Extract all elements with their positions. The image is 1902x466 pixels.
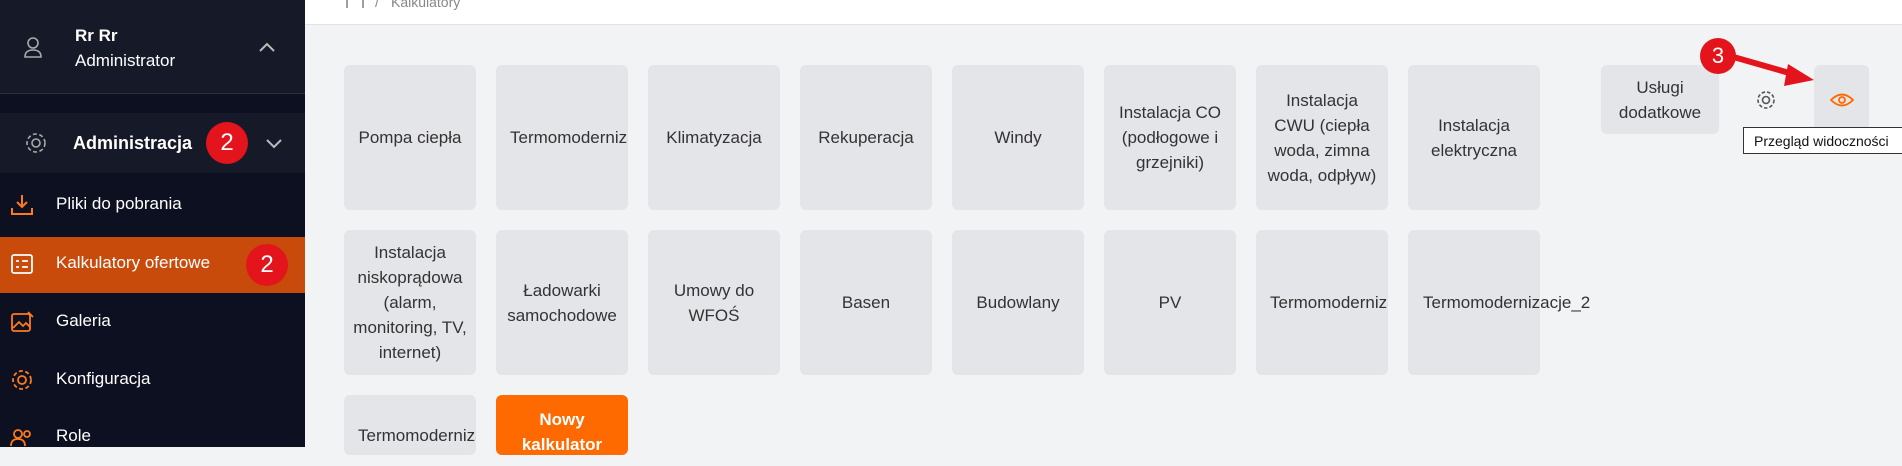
admin-label: Administracja [73, 133, 193, 153]
chevron-up-icon[interactable] [255, 36, 279, 60]
sidebar-item-roles[interactable]: Role [0, 410, 305, 466]
calculator-list-icon [11, 254, 33, 274]
sidebar: Rr Rr Administrator Administracja 2 Plik… [0, 0, 305, 447]
new-calculator-button[interactable]: Nowy kalkulator [496, 395, 628, 455]
sidebar-item-label: Galeria [56, 311, 111, 330]
user-icon [24, 37, 42, 58]
calculator-tile[interactable]: Umowy do WFOŚ [648, 230, 780, 375]
sidebar-item-downloads[interactable]: Pliki do pobrania [0, 178, 305, 234]
calculator-tile[interactable]: Budowlany [952, 230, 1084, 375]
admin-section-header[interactable]: Administracja 2 [0, 113, 305, 173]
sidebar-item-label: Konfiguracja [56, 369, 151, 388]
calculator-tile[interactable]: PV [1104, 230, 1236, 375]
eye-icon [1829, 93, 1854, 106]
calculator-tile[interactable]: Termomodernizacja [496, 65, 628, 210]
calculator-tile[interactable]: Termomodernizacje_2 [1408, 230, 1590, 375]
calculator-tile[interactable]: Rekuperacja [800, 65, 932, 210]
sidebar-item-gallery[interactable]: Galeria [0, 295, 305, 351]
user-name: Rr Rr [75, 26, 118, 45]
calculator-tile[interactable]: Ładowarki samochodowe [496, 230, 628, 375]
users-icon [10, 429, 31, 447]
step-badge: 2 [246, 244, 288, 286]
calculator-tile[interactable]: Windy [952, 65, 1084, 210]
gear-icon [26, 133, 46, 153]
calculator-tile[interactable]: Termomodernizacja [1256, 230, 1388, 375]
arrow-icon [1727, 53, 1814, 86]
step-badge: 2 [206, 122, 248, 164]
user-panel[interactable]: Rr Rr Administrator [0, 0, 305, 94]
gear-icon [12, 370, 32, 390]
calculator-tile[interactable]: Instalacja CO (podłogowe i grzejniki) [1104, 65, 1236, 210]
sidebar-item-configuration[interactable]: Konfiguracja [0, 353, 305, 409]
user-role: Administrator [75, 51, 176, 70]
calculator-tile[interactable]: Instalacja CWU (ciepła woda, zimna woda,… [1256, 65, 1388, 210]
download-icon [11, 195, 33, 215]
breadcrumb-current[interactable]: Kalkulatory [391, 0, 460, 10]
calculator-tile[interactable]: Basen [800, 230, 932, 375]
breadcrumb: / Kalkulatory [305, 0, 1902, 25]
visibility-tooltip: Przegląd widoczności [1743, 127, 1902, 154]
breadcrumb-separator: / [375, 0, 379, 10]
calculator-tile[interactable]: Pompa ciepła [344, 65, 476, 210]
calculator-tile[interactable]: Instalacja elektryczna [1408, 65, 1540, 210]
sidebar-item-label: Role [56, 426, 91, 445]
sidebar-item-label: Pliki do pobrania [56, 194, 182, 213]
home-icon[interactable] [345, 0, 365, 8]
sidebar-item-label: Kalkulatory ofertowe [56, 253, 211, 272]
calculator-tile[interactable]: Termomodernizacja [344, 395, 476, 455]
calculator-tile[interactable]: Klimatyzacja [648, 65, 780, 210]
image-edit-icon [11, 311, 34, 332]
calculator-tile[interactable]: Instalacja niskoprądowa (alarm, monitori… [344, 230, 476, 375]
extra-services-button[interactable]: Usługi dodatkowe [1601, 65, 1719, 134]
sidebar-item-calculators[interactable]: Kalkulatory ofertowe 2 [0, 237, 305, 293]
chevron-down-icon[interactable] [262, 131, 286, 155]
